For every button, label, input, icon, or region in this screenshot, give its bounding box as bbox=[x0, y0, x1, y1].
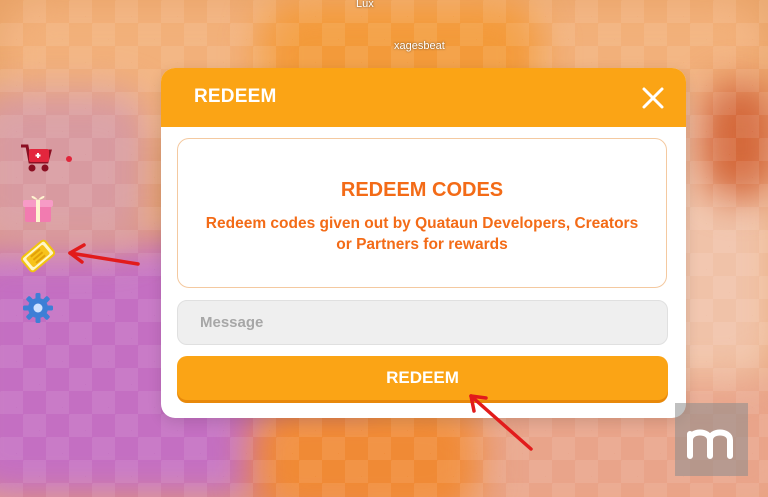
gear-icon bbox=[23, 293, 53, 323]
redeem-codes-button[interactable] bbox=[18, 236, 56, 273]
close-button[interactable] bbox=[641, 86, 665, 110]
player-name-tag: xagesbeat bbox=[394, 40, 445, 52]
dialog-title: REDEEM bbox=[194, 86, 277, 107]
code-input[interactable] bbox=[177, 300, 668, 345]
gift-icon bbox=[23, 195, 53, 222]
settings-button[interactable] bbox=[20, 290, 56, 326]
gift-button[interactable] bbox=[20, 190, 56, 226]
shop-button[interactable] bbox=[18, 140, 54, 176]
code-ticket-icon bbox=[20, 239, 56, 273]
info-description: Redeem codes given out by Quataun Develo… bbox=[205, 215, 639, 253]
notification-dot bbox=[66, 156, 72, 162]
dialog-header: REDEEM bbox=[161, 68, 686, 127]
redeem-submit-button[interactable]: REDEEM bbox=[177, 356, 668, 400]
watermark-m-logo bbox=[686, 429, 733, 459]
redeem-info-card: REDEEM CODES Redeem codes given out by Q… bbox=[177, 138, 667, 288]
shop-cart-icon bbox=[21, 144, 52, 172]
close-icon bbox=[642, 87, 664, 109]
redeem-dialog: REDEEM REDEEM CODES Redeem codes given o… bbox=[161, 68, 686, 418]
info-heading: REDEEM CODES bbox=[340, 179, 504, 201]
watermark-logo bbox=[675, 403, 748, 476]
player-name-tag-top: Lux bbox=[356, 0, 374, 10]
